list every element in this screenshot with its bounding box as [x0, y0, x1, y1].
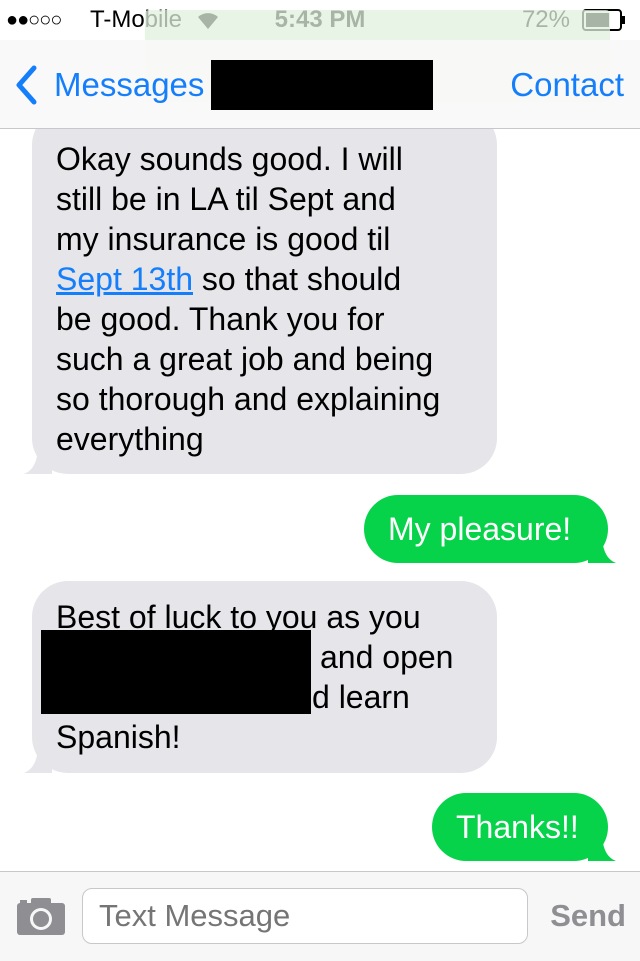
date-link[interactable]: Sept 13th — [56, 261, 193, 297]
message-line: Spanish! — [56, 719, 181, 755]
back-button-label: Messages — [54, 66, 205, 103]
bubble-tail — [24, 743, 52, 773]
message-line: everything — [56, 421, 204, 457]
bubble-tail — [588, 533, 616, 563]
message-thread[interactable]: Okay sounds good. I will still be in LA … — [0, 129, 640, 871]
camera-icon[interactable] — [16, 896, 66, 936]
bubble-tail — [24, 444, 52, 474]
message-text: Thanks!! — [456, 809, 579, 845]
outgoing-message-bubble[interactable]: My pleasure! — [364, 495, 616, 563]
bubble-tail — [588, 831, 616, 861]
message-line: still be in LA til Sept and — [56, 181, 396, 217]
redacted-text-block — [41, 630, 311, 714]
message-line: my insurance is good til — [56, 221, 391, 257]
contact-button[interactable]: Contact — [510, 64, 624, 106]
message-text: so that should — [193, 261, 402, 297]
text-message-input[interactable] — [82, 888, 528, 944]
message-input-bar: Send — [0, 871, 640, 961]
message-text: My pleasure! — [388, 511, 572, 547]
send-button[interactable]: Send — [550, 888, 626, 944]
message-line: such a great job and being — [56, 341, 434, 377]
navigation-bar: Messages Contact — [0, 40, 640, 129]
message-line-with-link: Sept 13th so that should — [56, 259, 473, 299]
redacted-contact-name — [211, 60, 433, 110]
incoming-message-bubble[interactable]: Okay sounds good. I will still be in LA … — [24, 129, 497, 474]
message-line: be good. Thank you for — [56, 301, 385, 337]
incoming-message-bubble[interactable]: Best of luck to you as you and open d le… — [24, 581, 497, 773]
chevron-left-icon — [16, 65, 37, 105]
message-line: Okay sounds good. I will — [56, 141, 403, 177]
outgoing-message-bubble[interactable]: Thanks!! — [432, 793, 616, 861]
message-line: so thorough and explaining — [56, 381, 441, 417]
